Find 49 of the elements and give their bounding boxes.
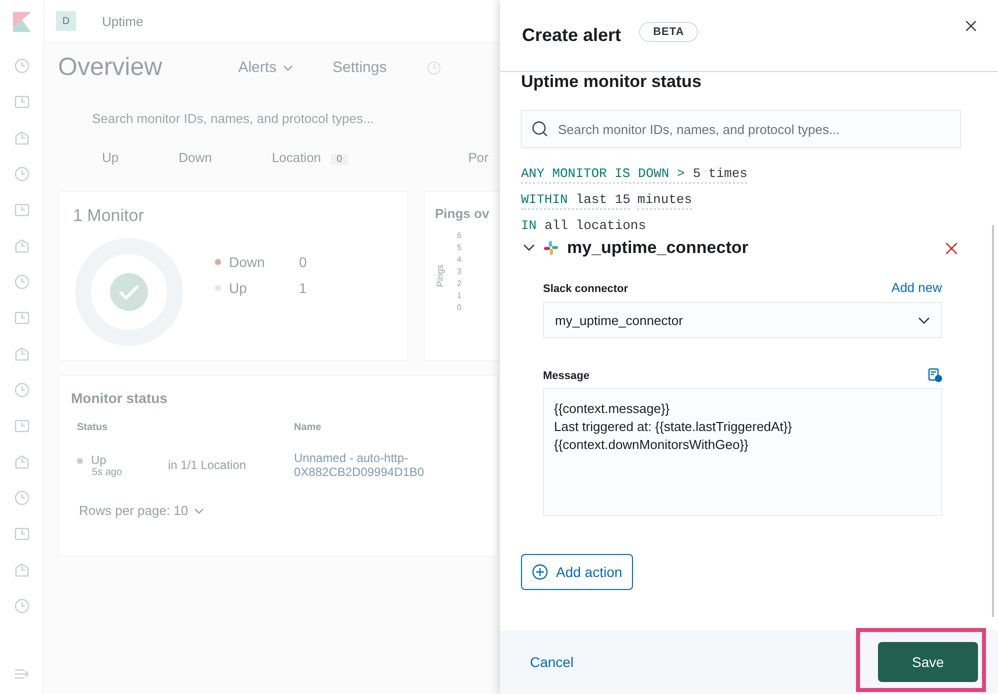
breadcrumb[interactable]: Uptime bbox=[102, 14, 144, 28]
search-field[interactable]: Search monitor IDs, names, and protocol types... bbox=[521, 110, 961, 148]
axis-tick: 6 bbox=[457, 231, 462, 240]
axis-tick: 4 bbox=[457, 255, 462, 264]
card-title: Monitor status bbox=[71, 390, 168, 406]
legend-label: Down bbox=[229, 254, 266, 270]
card-title: Pings ov bbox=[435, 206, 490, 221]
alert-type-title: Uptime monitor status bbox=[521, 72, 702, 92]
expression-button[interactable]: minutes bbox=[637, 192, 692, 210]
filter-button[interactable]: Down bbox=[178, 150, 212, 165]
axis-label: Pings bbox=[435, 263, 445, 287]
field-label: Message bbox=[543, 370, 590, 382]
filter-button[interactable]: Location 0 bbox=[272, 150, 348, 165]
expression-button[interactable]: WITHIN last 15 bbox=[521, 192, 630, 210]
action-name: my_uptime_connector bbox=[567, 238, 748, 258]
status-age: 5s ago bbox=[92, 466, 124, 478]
message-textarea[interactable]: {{context.message}} Last triggered at: {{state.lastTriggeredAt}} {{context.downMonitorsWithGeo}} bbox=[543, 388, 942, 516]
expression-text: IN all locations bbox=[521, 218, 646, 235]
search-field[interactable]: Search monitor IDs, names, and protocol types... bbox=[58, 100, 492, 136]
cancel-button[interactable]: Cancel bbox=[524, 652, 580, 670]
table-cell-text: in 1/1 Location bbox=[168, 458, 248, 472]
axis-tick: 5 bbox=[457, 243, 462, 252]
column-header: Status bbox=[76, 422, 109, 433]
add-new-link[interactable]: Add new bbox=[891, 280, 942, 295]
add-action-button[interactable]: Add action bbox=[521, 554, 634, 590]
axis-tick: 0 bbox=[457, 303, 462, 312]
page-title: Overview bbox=[58, 53, 162, 82]
expression-button[interactable]: ANY MONITOR IS DOWN > 5 times bbox=[521, 166, 748, 184]
rows-per-page-menu[interactable]: Rows per page: 10 bbox=[79, 503, 204, 518]
field-label: Slack connector bbox=[543, 283, 628, 295]
filter-button[interactable]: Up bbox=[102, 150, 119, 165]
monitor-name-link[interactable]: Unnamed - auto-http-0X882CB2D09994D1B0 bbox=[294, 451, 444, 479]
axis-tick: 2 bbox=[457, 279, 462, 288]
flyout-title: Create alert bbox=[522, 25, 622, 46]
status-text: Up bbox=[91, 452, 106, 466]
legend-value: 0 bbox=[299, 254, 307, 270]
card-title: 1 Monitor bbox=[73, 206, 145, 226]
filter-button[interactable]: Por bbox=[468, 150, 488, 165]
axis-tick: 3 bbox=[457, 267, 462, 276]
column-header: Name bbox=[294, 422, 322, 433]
save-button[interactable]: Save bbox=[878, 642, 978, 682]
axis-tick: 1 bbox=[457, 291, 462, 300]
legend-value: 1 bbox=[299, 280, 307, 296]
settings-link[interactable]: Settings bbox=[332, 59, 387, 76]
space-avatar[interactable]: D bbox=[56, 11, 76, 31]
legend-label: Up bbox=[229, 280, 248, 296]
connector-select[interactable]: my_uptime_connector bbox=[543, 302, 942, 338]
alerts-menu[interactable]: Alerts bbox=[238, 59, 293, 76]
beta-badge: BETA bbox=[639, 22, 698, 42]
